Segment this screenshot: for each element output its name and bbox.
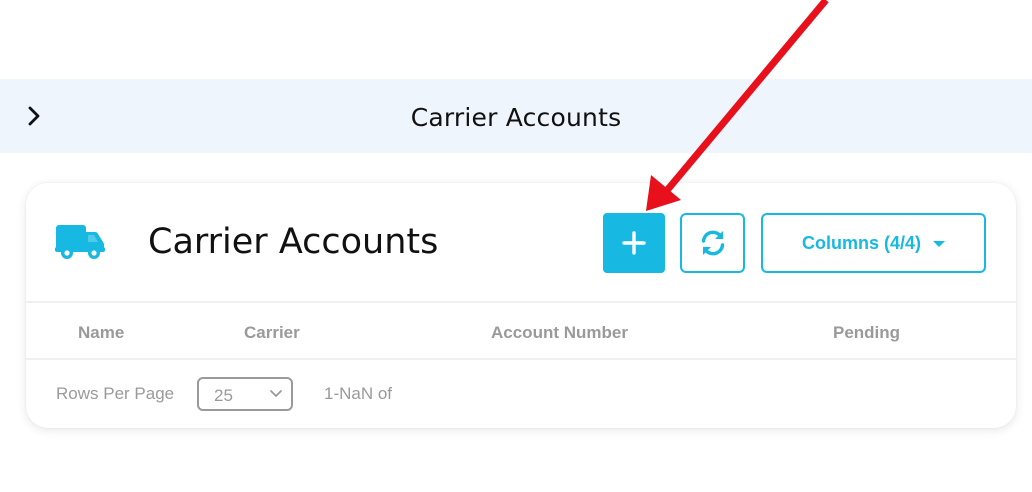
column-header-pending[interactable]: Pending [833, 323, 900, 343]
refresh-icon [701, 230, 724, 256]
column-header-account-number[interactable]: Account Number [491, 323, 628, 343]
rows-per-page-select[interactable]: 25 [197, 377, 293, 411]
page-title: Carrier Accounts [410, 103, 622, 132]
truck-icon [55, 225, 105, 259]
column-header-name[interactable]: Name [78, 323, 124, 343]
caret-down-icon [933, 241, 945, 247]
rows-per-page-label: Rows Per Page [56, 384, 175, 403]
plus-icon [622, 231, 646, 255]
carrier-accounts-card: Carrier Accounts Columns (4/4) Name Carr… [26, 183, 1016, 428]
table-header: Name Carrier Account Number Pending [26, 305, 1016, 360]
pagination: Rows Per Page 25 1-NaN of [26, 362, 1016, 428]
chevron-down-icon [270, 390, 282, 397]
top-bar: Carrier Accounts [0, 79, 1032, 153]
column-header-carrier[interactable]: Carrier [244, 323, 300, 343]
card-header: Carrier Accounts Columns (4/4) [26, 183, 1016, 303]
add-button[interactable] [603, 213, 665, 273]
pagination-range: 1-NaN of [324, 384, 393, 403]
columns-label: Columns (4/4) [801, 232, 921, 253]
refresh-button[interactable] [680, 213, 745, 273]
rows-per-page-value: 25 [214, 386, 233, 405]
columns-dropdown-button[interactable]: Columns (4/4) [761, 213, 986, 273]
card-title: Carrier Accounts [148, 222, 439, 262]
